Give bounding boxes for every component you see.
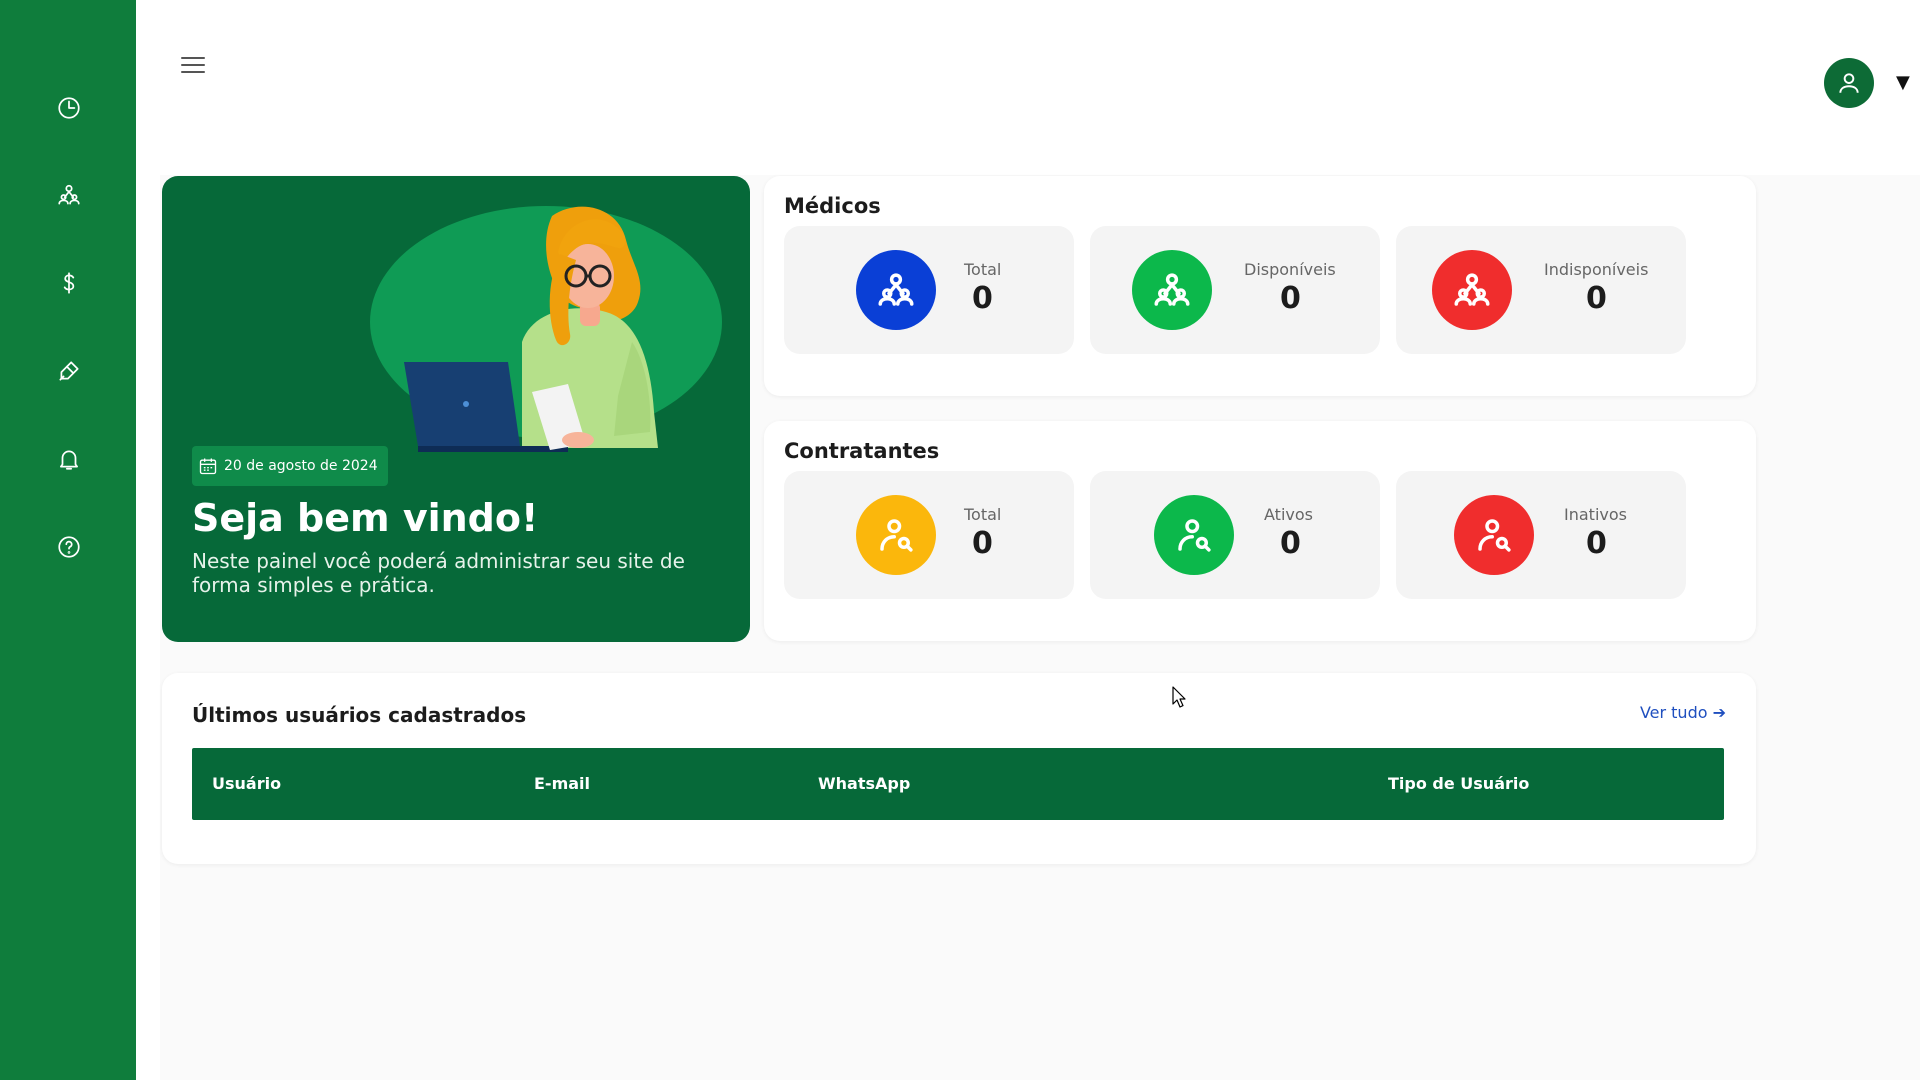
contratantes-inativos-circle	[1454, 495, 1534, 575]
woman-laptop-illustration	[404, 206, 658, 452]
contratantes-panel: Contratantes Total 0 Ativos 0 Inativos 0	[764, 421, 1756, 641]
medicos-disponiveis-label: Disponíveis	[1244, 260, 1336, 279]
medicos-panel: Médicos Total 0 Disponíveis 0 Indisponív…	[764, 176, 1756, 396]
users-icon	[1454, 273, 1490, 306]
medicos-indisponiveis-value: 0	[1586, 281, 1607, 316]
medicos-disponiveis-circle	[1132, 250, 1212, 330]
sidebar-item-medicine[interactable]	[54, 356, 84, 386]
medicos-total-value: 0	[972, 281, 993, 316]
sidebar-item-users[interactable]	[54, 180, 84, 210]
welcome-card: 20 de agosto de 2024 Seja bem vindo! Nes…	[162, 176, 750, 642]
user-avatar-button[interactable]	[1824, 58, 1874, 108]
user-search-icon	[880, 519, 913, 552]
users-icon	[1154, 273, 1190, 306]
help-icon	[58, 536, 80, 558]
welcome-title: Seja bem vindo!	[192, 496, 539, 540]
users-icon	[878, 273, 914, 306]
sidebar-item-notifications[interactable]	[54, 444, 84, 474]
column-header-tipo: Tipo de Usuário	[1388, 774, 1530, 793]
medicos-total-label: Total	[964, 260, 1002, 279]
medicos-title: Médicos	[784, 194, 881, 218]
contratantes-inativos-card: Inativos 0	[1396, 471, 1686, 599]
users-table-header: Usuário E-mail WhatsApp Tipo de Usuário	[192, 748, 1724, 820]
medicos-total-card: Total 0	[784, 226, 1074, 354]
medicos-indisponiveis-circle	[1432, 250, 1512, 330]
contratantes-total-label: Total	[964, 505, 1002, 524]
pie-chart-icon	[58, 97, 80, 119]
medicos-indisponiveis-label: Indisponíveis	[1544, 260, 1649, 279]
medicos-total-circle	[856, 250, 936, 330]
contratantes-total-value: 0	[972, 526, 993, 561]
sidebar-item-help[interactable]	[54, 532, 84, 562]
calendar-icon	[199, 458, 217, 475]
column-header-email: E-mail	[534, 774, 591, 793]
contratantes-inativos-value: 0	[1586, 526, 1607, 561]
welcome-text: Neste painel você poderá administrar seu…	[192, 549, 685, 597]
date-badge: 20 de agosto de 2024	[192, 446, 388, 486]
user-menu-caret[interactable]: ▼	[1896, 72, 1910, 93]
sidebar-item-finance[interactable]	[54, 268, 84, 298]
medicine-icon	[59, 361, 79, 381]
contratantes-total-card: Total 0	[784, 471, 1074, 599]
bell-icon	[60, 450, 78, 470]
dollar-icon	[63, 272, 75, 294]
latest-users-title: Últimos usuários cadastrados	[192, 703, 527, 727]
sidebar	[0, 0, 136, 1080]
medicos-indisponiveis-card: Indisponíveis 0	[1396, 226, 1686, 354]
user-search-icon	[1178, 519, 1211, 552]
column-header-whatsapp: WhatsApp	[818, 774, 911, 793]
user-search-icon	[1478, 519, 1511, 552]
contratantes-ativos-label: Ativos	[1264, 505, 1313, 524]
sidebar-item-dashboard[interactable]	[54, 93, 84, 123]
current-date: 20 de agosto de 2024	[224, 458, 378, 474]
contratantes-total-circle	[856, 495, 936, 575]
hamburger-icon[interactable]	[178, 52, 208, 80]
medicos-disponiveis-card: Disponíveis 0	[1090, 226, 1380, 354]
user-icon	[1839, 73, 1859, 93]
top-bar: ▼	[136, 0, 1920, 160]
contratantes-title: Contratantes	[784, 439, 940, 463]
latest-users-panel: Últimos usuários cadastrados Ver tudo ➔ …	[162, 673, 1756, 864]
mouse-cursor-icon	[1172, 686, 1186, 708]
medicos-disponiveis-value: 0	[1280, 281, 1301, 316]
view-all-link[interactable]: Ver tudo ➔	[1640, 703, 1726, 722]
contratantes-inativos-label: Inativos	[1564, 505, 1627, 524]
users-icon	[58, 184, 80, 205]
column-header-usuario: Usuário	[212, 774, 282, 793]
contratantes-ativos-card: Ativos 0	[1090, 471, 1380, 599]
contratantes-ativos-value: 0	[1280, 526, 1301, 561]
contratantes-ativos-circle	[1154, 495, 1234, 575]
